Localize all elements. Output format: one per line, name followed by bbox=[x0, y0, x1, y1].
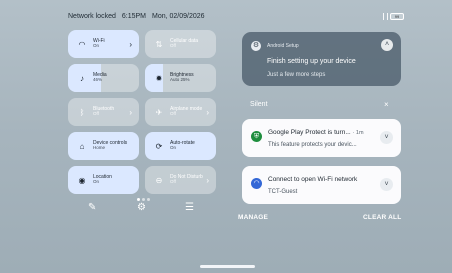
page-indicator bbox=[137, 198, 150, 201]
tile-cellular-data[interactable]: ⇅ Cellular data Off bbox=[145, 30, 216, 58]
tile-do-not-disturb[interactable]: ⊖ Do Not Disturb Off › bbox=[145, 166, 216, 194]
tile-brightness-slider[interactable]: ✹ Brightness Auto 25% bbox=[145, 64, 216, 92]
silent-section-label: Silent bbox=[250, 101, 268, 108]
page-dot bbox=[137, 198, 140, 201]
status-bar: Network locked 6:15PM Mon, 02/09/2026 bbox=[68, 13, 205, 20]
android-setup-icon: ⚙ bbox=[251, 41, 261, 51]
auto-rotate-icon: ⟳ bbox=[155, 141, 163, 151]
tile-media-volume-slider[interactable]: ♪ Media 46% bbox=[68, 64, 139, 92]
play-protect-icon: ⛨ bbox=[251, 131, 262, 142]
chevron-right-icon: › bbox=[129, 39, 132, 49]
do-not-disturb-icon: ⊖ bbox=[155, 175, 163, 185]
page-dot bbox=[142, 198, 145, 201]
gear-icon[interactable]: ⚙ bbox=[137, 202, 146, 213]
airplane-icon: ✈ bbox=[155, 107, 163, 117]
sliders-icon[interactable]: ☰ bbox=[185, 202, 194, 213]
tile-auto-rotate[interactable]: ⟳ Auto-rotate On bbox=[145, 132, 216, 160]
page-dot bbox=[147, 198, 150, 201]
brightness-icon: ✹ bbox=[155, 73, 163, 83]
music-note-icon: ♪ bbox=[80, 73, 84, 83]
wifi-network-icon: ◠ bbox=[251, 178, 262, 189]
network-lock-text: Network locked bbox=[68, 13, 116, 20]
tile-wifi[interactable]: ◠ Wi-Fi On › bbox=[68, 30, 139, 58]
clear-all-button[interactable]: CLEAR ALL bbox=[363, 214, 401, 221]
notification-open-wifi[interactable]: ◠ Connect to open Wi-Fi network TCT-Gues… bbox=[242, 166, 401, 204]
pencil-icon[interactable]: ✎ bbox=[88, 202, 96, 213]
chevron-right-icon: › bbox=[206, 107, 209, 117]
chevron-right-icon: › bbox=[129, 107, 132, 117]
tile-location[interactable]: ◉ Location On bbox=[68, 166, 139, 194]
cellular-data-icon: ⇅ bbox=[155, 39, 163, 49]
manage-button[interactable]: MANAGE bbox=[238, 214, 268, 221]
close-icon[interactable]: × bbox=[384, 100, 389, 109]
chevron-down-icon[interactable]: ˅ bbox=[380, 178, 393, 191]
signal-icon bbox=[383, 13, 388, 20]
battery-icon: 99 bbox=[390, 13, 404, 20]
notification-play-protect[interactable]: ⛨ Google Play Protect is turn... · 1m Th… bbox=[242, 119, 401, 157]
home-gesture-bar[interactable] bbox=[200, 265, 255, 268]
wifi-icon: ◠ bbox=[78, 39, 86, 49]
tile-device-controls[interactable]: ⌂ Device controls Home bbox=[68, 132, 139, 160]
chevron-right-icon: › bbox=[206, 175, 209, 185]
home-icon: ⌂ bbox=[79, 141, 85, 151]
bluetooth-icon: ᛒ bbox=[79, 107, 85, 117]
chevron-down-icon[interactable]: ˅ bbox=[380, 131, 393, 144]
location-icon: ◉ bbox=[78, 175, 86, 185]
clock: 6:15PM bbox=[121, 13, 146, 20]
tile-bluetooth[interactable]: ᛒ Bluetooth Off › bbox=[68, 98, 139, 126]
date: Mon, 02/09/2026 bbox=[151, 13, 205, 20]
chevron-up-icon[interactable]: ˄ bbox=[381, 39, 393, 51]
android-setup-notification[interactable]: ⚙ Android Setup Finish setting up your d… bbox=[242, 32, 401, 86]
tile-airplane-mode[interactable]: ✈ Airplane mode Off › bbox=[145, 98, 216, 126]
